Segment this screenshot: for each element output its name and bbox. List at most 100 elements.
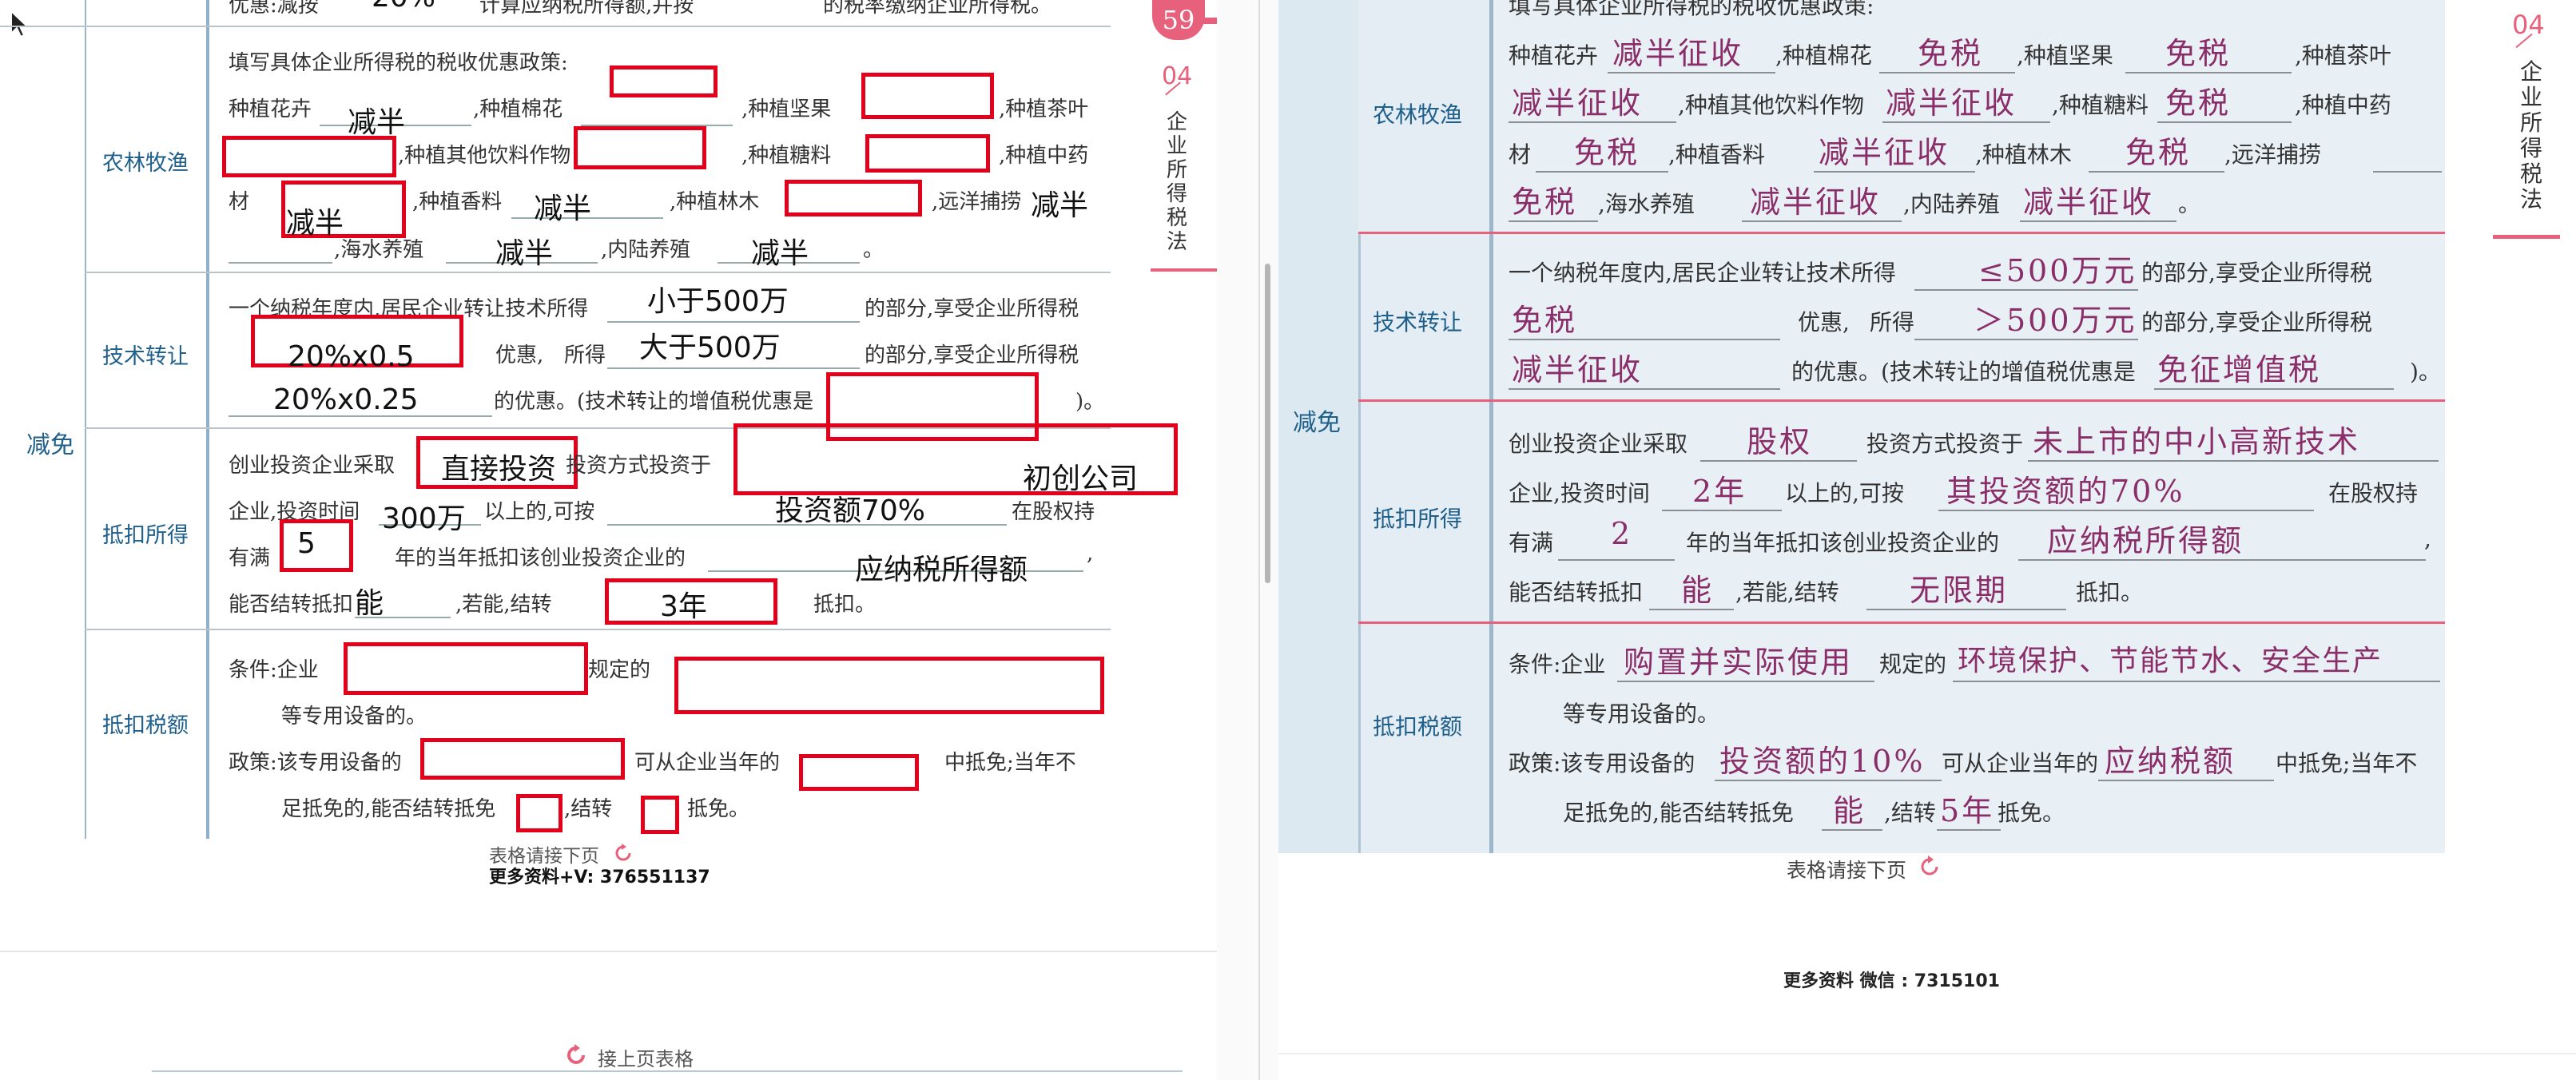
deduct-tax-text: 政策:该专用设备的 xyxy=(229,751,402,775)
row-divider xyxy=(1358,399,2445,402)
deduct-tax-text: 等专用设备的。 xyxy=(1563,701,1720,727)
chapter-tab: 04 企业所得税法 xyxy=(2493,0,2576,248)
more-info: 更多资料+V: 376551137 xyxy=(489,868,710,887)
answer-text: 减半征收 xyxy=(1512,85,1644,121)
deduct-income-text: 抵扣。 xyxy=(2076,579,2144,606)
answer-text: 大于500万 xyxy=(639,332,781,364)
table-divider xyxy=(206,0,209,839)
deduct-income-text: , xyxy=(2424,526,2431,552)
answer-text: 5 xyxy=(297,527,316,560)
tech-text: 所得 xyxy=(564,343,606,367)
clipped-text: 计算应纳税所得额,并按 xyxy=(479,0,694,18)
blank-line xyxy=(607,321,860,323)
answer-text: 减半征收 xyxy=(1750,185,1882,220)
chapter-title: 企业所得税法 xyxy=(1167,110,1188,254)
redaction-box xyxy=(641,796,679,834)
agri-label: ,种植中药 xyxy=(999,144,1089,168)
answer-text: 免税 xyxy=(2165,36,2232,71)
agri-label: ,种植茶叶 xyxy=(999,97,1089,121)
tech-text: )。 xyxy=(1075,390,1105,414)
blank-line xyxy=(1558,559,1675,561)
split-divider[interactable] xyxy=(1258,0,1260,1080)
table-divider xyxy=(1489,0,1493,853)
next-page-label: 接上页表格 xyxy=(598,1048,694,1070)
tab-underline xyxy=(1151,268,1217,272)
scrollbar-thumb[interactable] xyxy=(1265,264,1270,583)
continue-note: 表格请接下页 xyxy=(1787,859,1907,882)
answer-text: 无限期 xyxy=(1910,573,2009,608)
redaction-box xyxy=(799,754,919,791)
right-page: 减免 农林牧渔 技术转让 抵扣所得 抵扣税额 填写具体企业所得税的税收优惠政策:… xyxy=(1278,0,2576,1080)
category-deduct-income: 抵扣所得 xyxy=(102,523,189,548)
category-tech: 技术转让 xyxy=(102,344,189,369)
answer-text: 20% xyxy=(372,0,435,14)
redaction-box xyxy=(574,126,706,169)
answer-text: 小于500万 xyxy=(647,285,789,318)
answer-text: 2 xyxy=(1611,516,1633,551)
deduct-tax-text: 足抵免的,能否结转抵免 xyxy=(281,797,496,821)
tech-text: 的部分,享受企业所得税 xyxy=(865,343,1079,367)
answer-text: 减半 xyxy=(348,106,406,139)
answer-text: 免税 xyxy=(1918,36,1984,71)
deduct-tax-text: 中抵免;当年不 xyxy=(944,751,1076,775)
answer-text: 未上市的中小高新技术 xyxy=(2033,424,2361,459)
answer-text: 免税 xyxy=(1512,303,1578,338)
agri-label: ,种植其他饮料作物 xyxy=(1678,92,1864,118)
answer-text: 应纳税所得额 xyxy=(855,554,1028,586)
answer-text: 300万 xyxy=(382,502,466,535)
redaction-box xyxy=(674,657,1104,714)
chapter-tab: 59 04 企业所得税法 xyxy=(1151,0,1217,276)
answer-text: 购置并实际使用 xyxy=(1624,645,1854,680)
deduct-income-text: 企业,投资时间 xyxy=(1509,480,1650,506)
deduct-tax-text: 条件:企业 xyxy=(1509,651,1606,677)
answer-text: 免税 xyxy=(2165,85,2232,121)
deduct-income-text: 投资方式投资于 xyxy=(1866,431,2024,457)
clipped-text: 优惠:减按 xyxy=(229,0,319,18)
answer-text: 3年 xyxy=(660,590,707,623)
answer-text: 免征增值税 xyxy=(2157,352,2322,387)
redaction-box xyxy=(344,642,588,695)
tech-text: )。 xyxy=(2410,359,2441,385)
answer-text: 直接投资 xyxy=(441,453,557,486)
answer-text: 减半 xyxy=(1031,189,1089,222)
agri-label: ,种植香料 xyxy=(412,190,503,214)
redaction-box xyxy=(222,136,396,177)
deduct-income-text: 投资方式投资于 xyxy=(566,454,712,478)
blank-line xyxy=(607,367,860,369)
row-divider xyxy=(85,272,1111,273)
agri-intro: 填写具体企业所得税的税收优惠政策: xyxy=(229,51,568,75)
deduct-tax-text: 规定的 xyxy=(1879,651,1947,677)
redaction-box xyxy=(785,180,922,216)
answer-text: 减半 xyxy=(534,193,592,225)
answer-text: 应纳税所得额 xyxy=(2047,523,2244,558)
answer-text: 减半征收 xyxy=(1512,352,1644,387)
next-table-top xyxy=(152,1070,1183,1072)
category-deduct-income: 抵扣所得 xyxy=(1373,506,1463,532)
answer-text: 能 xyxy=(355,587,384,620)
answer-text: ≤500万元 xyxy=(1978,253,2137,288)
table-divider xyxy=(85,0,86,839)
agri-label: ,内陆养殖 xyxy=(1903,191,2000,217)
agri-label: 。 xyxy=(2178,191,2201,217)
answer-text: 环境保护、节能节水、安全生产 xyxy=(1958,645,2383,677)
agri-label: 种植花卉 xyxy=(229,97,312,121)
category-agri: 农林牧渔 xyxy=(1373,101,1463,128)
agri-label: ,种植棉花 xyxy=(473,97,563,121)
answer-text: 2年 xyxy=(1692,474,1747,509)
chapter-title: 企业所得税法 xyxy=(2520,58,2543,212)
blank-line xyxy=(2373,171,2442,173)
tech-text: 优惠, xyxy=(495,343,544,367)
tab-underline xyxy=(2493,235,2560,239)
redaction-box xyxy=(610,66,718,97)
tech-text: 的优惠。(技术转让的增值税优惠是 xyxy=(494,390,814,414)
tech-text: 一个纳税年度内,居民企业转让技术所得 xyxy=(1509,260,1896,286)
agri-label: ,种植其他饮料作物 xyxy=(398,144,571,168)
answer-text: 减半 xyxy=(751,237,809,270)
agri-label: ,种植林木 xyxy=(670,190,760,214)
answer-text: 初创公司 xyxy=(1023,463,1139,495)
answer-text: 投资额的10% xyxy=(1719,744,1926,779)
deduct-income-text: 年的当年抵扣该创业投资企业的 xyxy=(395,546,686,570)
agri-label: 材 xyxy=(1509,141,1532,168)
deduct-income-text: 抵扣。 xyxy=(813,593,877,617)
deduct-tax-text: 条件:企业 xyxy=(229,658,319,682)
